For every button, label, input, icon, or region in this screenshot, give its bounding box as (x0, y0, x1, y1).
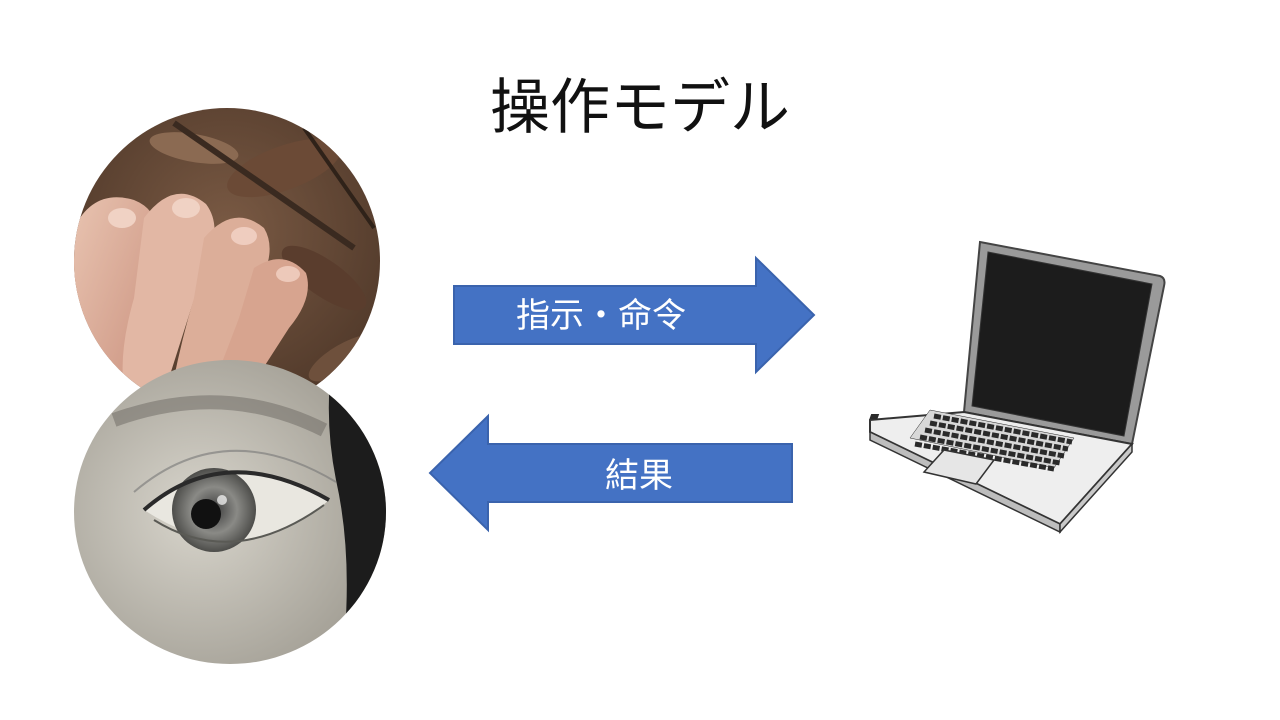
command-label: 指示・命令 (516, 296, 686, 336)
command-arrow: 指示・命令 (448, 254, 818, 376)
result-arrow: 結果 (426, 412, 798, 534)
eye-photo (74, 360, 386, 664)
laptop-illustration (864, 236, 1170, 536)
result-label: 結果 (605, 456, 673, 496)
slide: 操作モデル 指示・命令 結果 (0, 0, 1280, 720)
